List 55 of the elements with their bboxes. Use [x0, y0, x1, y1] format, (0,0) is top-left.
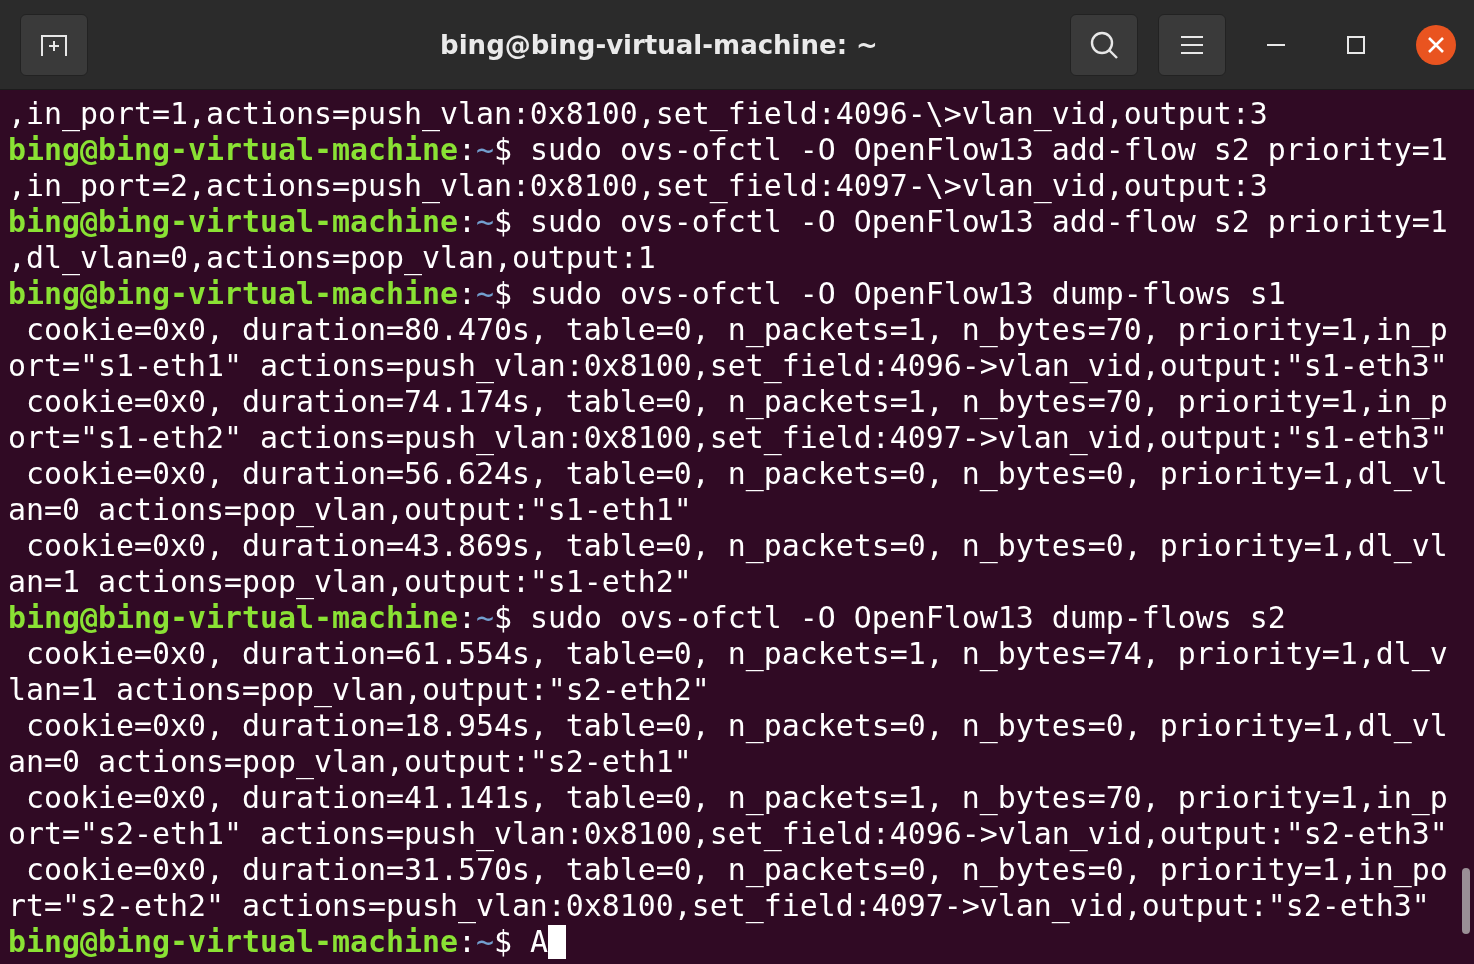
command-text: A	[528, 924, 548, 960]
output-line: cookie=0x0, duration=61.554s, table=0, n_packets=1, n_bytes=74, priority=1,dl_v	[25, 636, 1448, 672]
maximize-icon	[1347, 35, 1365, 54]
prompt-host: bing@bing-virtual-machine	[8, 132, 458, 168]
new-tab-button[interactable]	[20, 13, 88, 76]
output-line: an=0 actions=pop_vlan,output:"s1-eth1"	[8, 492, 692, 528]
command-text: sudo ovs-ofctl -O OpenFlow13 dump-flows s1	[528, 276, 1286, 312]
output-line: cookie=0x0, duration=18.954s, table=0, n_packets=0, n_bytes=0, priority=1,dl_vl	[25, 708, 1448, 744]
minimize-icon	[1266, 42, 1286, 47]
prompt-path: ~	[475, 132, 494, 168]
prompt-path: ~	[475, 276, 494, 312]
prompt-sign: $	[493, 924, 512, 960]
output-line: ,dl_vlan=0,actions=pop_vlan,output:1	[8, 240, 656, 276]
prompt-sign: $	[493, 132, 512, 168]
output-line: ort="s1-eth2" actions=push_vlan:0x8100,set_field:4097->vlan_vid,output:"s1-eth3"	[8, 420, 1448, 456]
output-line: cookie=0x0, duration=56.624s, table=0, n_packets=0, n_bytes=0, priority=1,dl_vl	[25, 456, 1448, 492]
menu-icon	[1180, 34, 1204, 55]
prompt-path: ~	[475, 600, 494, 636]
search-button[interactable]	[1070, 13, 1138, 76]
prompt-sign: $	[493, 204, 512, 240]
prompt-separator: :	[457, 204, 476, 240]
output-line: ort="s2-eth1" actions=push_vlan:0x8100,set_field:4096->vlan_vid,output:"s2-eth3"	[8, 816, 1448, 852]
menu-button[interactable]	[1158, 13, 1226, 76]
output-line: cookie=0x0, duration=80.470s, table=0, n_packets=1, n_bytes=70, priority=1,in_p	[25, 312, 1448, 348]
output-line: cookie=0x0, duration=43.869s, table=0, n_packets=0, n_bytes=0, priority=1,dl_vl	[25, 528, 1448, 564]
output-line: an=0 actions=pop_vlan,output:"s2-eth1"	[8, 744, 692, 780]
prompt-host: bing@bing-virtual-machine	[8, 204, 458, 240]
command-text: sudo ovs-ofctl -O OpenFlow13 add-flow s2 priority=1	[528, 132, 1448, 168]
output-line: ,in_port=2,actions=push_vlan:0x8100,set_field:4097-\>vlan_vid,output:3	[8, 168, 1268, 204]
close-button[interactable]	[1416, 24, 1456, 65]
output-line: cookie=0x0, duration=41.141s, table=0, n_packets=1, n_bytes=70, priority=1,in_p	[25, 780, 1448, 816]
output-line: cookie=0x0, duration=74.174s, table=0, n_packets=1, n_bytes=70, priority=1,in_p	[25, 384, 1448, 420]
output-line: cookie=0x0, duration=31.570s, table=0, n_packets=0, n_bytes=0, priority=1,in_po	[25, 852, 1448, 888]
search-icon	[1089, 29, 1119, 60]
output-line: an=1 actions=pop_vlan,output:"s1-eth2"	[8, 564, 692, 600]
output-line: ort="s1-eth1" actions=push_vlan:0x8100,set_field:4096->vlan_vid,output:"s1-eth3"	[8, 348, 1448, 384]
prompt-path: ~	[475, 204, 494, 240]
prompt-separator: :	[457, 276, 476, 312]
prompt-host: bing@bing-virtual-machine	[8, 276, 458, 312]
output-line: lan=1 actions=pop_vlan,output:"s2-eth2"	[8, 672, 710, 708]
prompt-sign: $	[493, 276, 512, 312]
close-icon	[1427, 35, 1445, 54]
output-line: ,in_port=1,actions=push_vlan:0x8100,set_field:4096-\>vlan_vid,output:3	[8, 96, 1268, 132]
prompt-separator: :	[457, 924, 476, 960]
prompt-sign: $	[493, 600, 512, 636]
command-text: sudo ovs-ofctl -O OpenFlow13 dump-flows s2	[528, 600, 1286, 636]
prompt-separator: :	[457, 600, 476, 636]
prompt-host: bing@bing-virtual-machine	[8, 600, 458, 636]
prompt-separator: :	[457, 132, 476, 168]
prompt-path: ~	[475, 924, 494, 960]
scrollbar-thumb[interactable]	[1462, 868, 1470, 934]
output-line: rt="s2-eth2" actions=push_vlan:0x8100,set_field:4097->vlan_vid,output:"s2-eth3"	[8, 888, 1430, 924]
window-title: bing@bing-virtual-machine: ~	[439, 29, 879, 60]
command-text: sudo ovs-ofctl -O OpenFlow13 add-flow s2 priority=1	[528, 204, 1448, 240]
prompt-host: bing@bing-virtual-machine	[8, 924, 458, 960]
